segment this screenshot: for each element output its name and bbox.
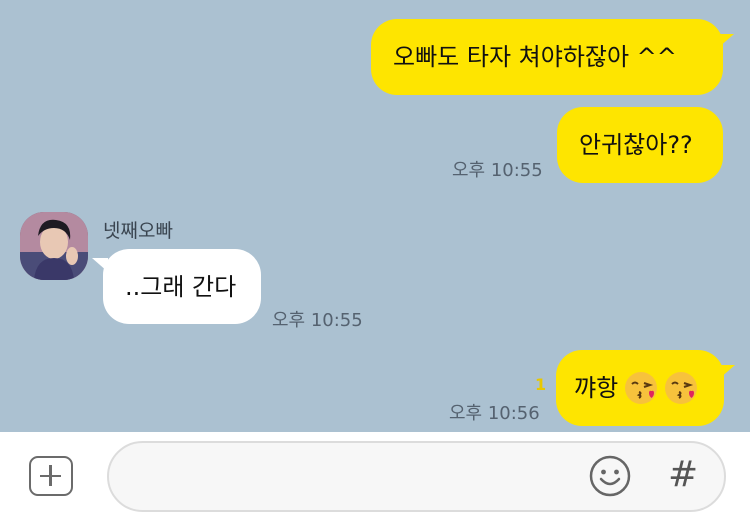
message-text: ..그래 간다 bbox=[125, 272, 237, 301]
sender-name: 넷째오빠 bbox=[103, 220, 173, 242]
kissing-heart-emoji-icon bbox=[665, 372, 698, 404]
unread-count: 1 bbox=[535, 375, 547, 394]
message-time: 오후 10:55 bbox=[452, 160, 543, 181]
my-message-bubble[interactable]: 오빠도 타자 쳐야하잖아 ^^ bbox=[371, 19, 723, 95]
message-input[interactable] bbox=[107, 441, 726, 512]
bubble-tail bbox=[719, 365, 735, 379]
message-text: 안귀찮아?? bbox=[579, 131, 693, 159]
message-time: 오후 10:55 bbox=[272, 310, 363, 331]
bubble-tail bbox=[718, 34, 734, 48]
their-message-bubble[interactable]: ..그래 간다 bbox=[103, 249, 261, 324]
message-text: 꺄항 bbox=[574, 374, 619, 402]
my-message-bubble[interactable]: 안귀찮아?? bbox=[557, 107, 723, 183]
message-text: 오빠도 타자 쳐야하잖아 ^^ bbox=[393, 43, 677, 71]
message-time: 오후 10:56 bbox=[449, 403, 540, 424]
my-message-bubble[interactable]: 꺄항 bbox=[556, 350, 724, 426]
plus-square-icon[interactable] bbox=[29, 456, 73, 496]
profile-photo bbox=[20, 212, 88, 280]
hash-icon[interactable]: # bbox=[668, 454, 698, 495]
avatar[interactable] bbox=[20, 212, 88, 280]
kissing-heart-emoji-icon bbox=[625, 372, 658, 404]
smiley-icon[interactable] bbox=[588, 454, 632, 498]
chat-area[interactable]: 오빠도 타자 쳐야하잖아 ^^ 안귀찮아?? 오후 10:55 넷째오빠 ..그… bbox=[0, 0, 750, 432]
